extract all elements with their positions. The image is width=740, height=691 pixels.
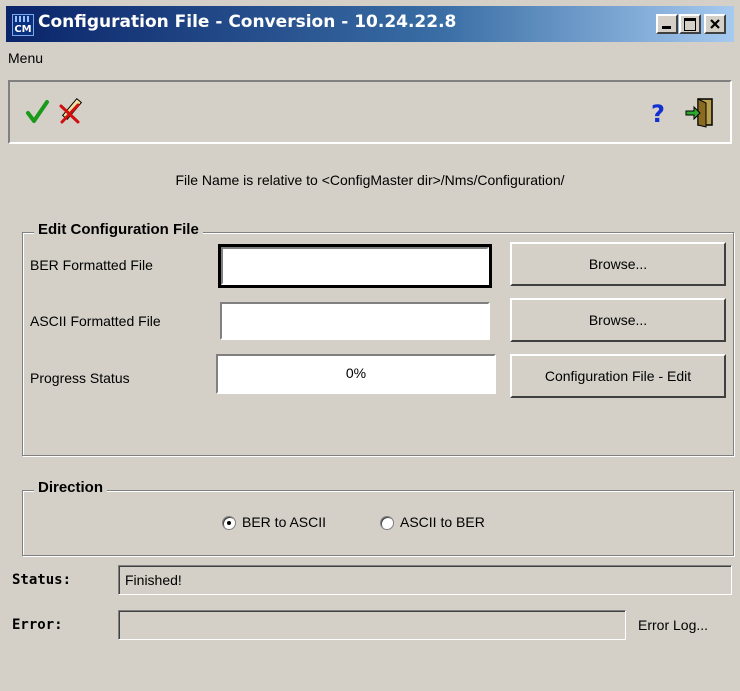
app-icon-text: CM <box>14 24 32 35</box>
close-button[interactable] <box>704 14 726 34</box>
ber-file-input[interactable] <box>218 244 492 288</box>
edit-config-legend: Edit Configuration File <box>34 221 203 238</box>
window-title: Configuration File - Conversion - 10.24.… <box>38 12 457 32</box>
close-icon <box>710 19 720 29</box>
minimize-icon <box>662 26 671 29</box>
config-file-edit-button[interactable]: Configuration File - Edit <box>510 354 726 398</box>
minimize-button[interactable] <box>656 14 678 34</box>
direction-legend: Direction <box>34 479 108 496</box>
clear-button[interactable] <box>56 96 88 128</box>
radio-ascii-to-ber-label: ASCII to BER <box>400 514 485 530</box>
conversion-window: CM Configuration File - Conversion - 10.… <box>0 0 740 691</box>
error-field <box>118 610 626 640</box>
status-field: Finished! <box>118 565 732 595</box>
help-icon: ? <box>651 100 665 128</box>
exit-button[interactable] <box>684 96 716 128</box>
ber-file-label: BER Formatted File <box>30 257 153 273</box>
status-label: Status: <box>12 572 72 588</box>
direction-groupbox <box>22 490 734 556</box>
ascii-file-input[interactable] <box>220 302 490 340</box>
menu-bar: Menu <box>6 44 734 72</box>
menu-item-menu[interactable]: Menu <box>8 50 43 66</box>
app-icon: CM <box>12 14 34 36</box>
exit-door-icon <box>685 98 713 128</box>
checkmark-icon <box>26 100 49 123</box>
progress-status-label: Progress Status <box>30 370 130 386</box>
path-info-text: File Name is relative to <ConfigMaster d… <box>175 172 565 188</box>
radio-ascii-to-ber[interactable]: ASCII to BER <box>380 514 485 531</box>
error-log-link[interactable]: Error Log... <box>638 617 708 633</box>
radio-unselected-icon <box>380 516 394 531</box>
ascii-file-label: ASCII Formatted File <box>30 313 161 329</box>
radio-ber-to-ascii[interactable]: BER to ASCII <box>222 514 327 531</box>
browse-ber-button[interactable]: Browse... <box>510 242 726 286</box>
eraser-icon <box>59 97 83 124</box>
browse-ascii-button[interactable]: Browse... <box>510 298 726 342</box>
maximize-button[interactable] <box>679 14 701 34</box>
svg-text:?: ? <box>651 100 665 128</box>
apply-button[interactable] <box>22 96 54 128</box>
help-button[interactable]: ? <box>642 96 674 128</box>
title-bar: CM Configuration File - Conversion - 10.… <box>6 6 734 42</box>
radio-selected-icon <box>222 516 236 531</box>
progress-status-bar: 0% <box>216 354 496 394</box>
toolbar: ? <box>8 80 732 144</box>
radio-ber-to-ascii-label: BER to ASCII <box>242 514 327 530</box>
error-label: Error: <box>12 617 63 633</box>
maximize-icon <box>684 18 696 31</box>
